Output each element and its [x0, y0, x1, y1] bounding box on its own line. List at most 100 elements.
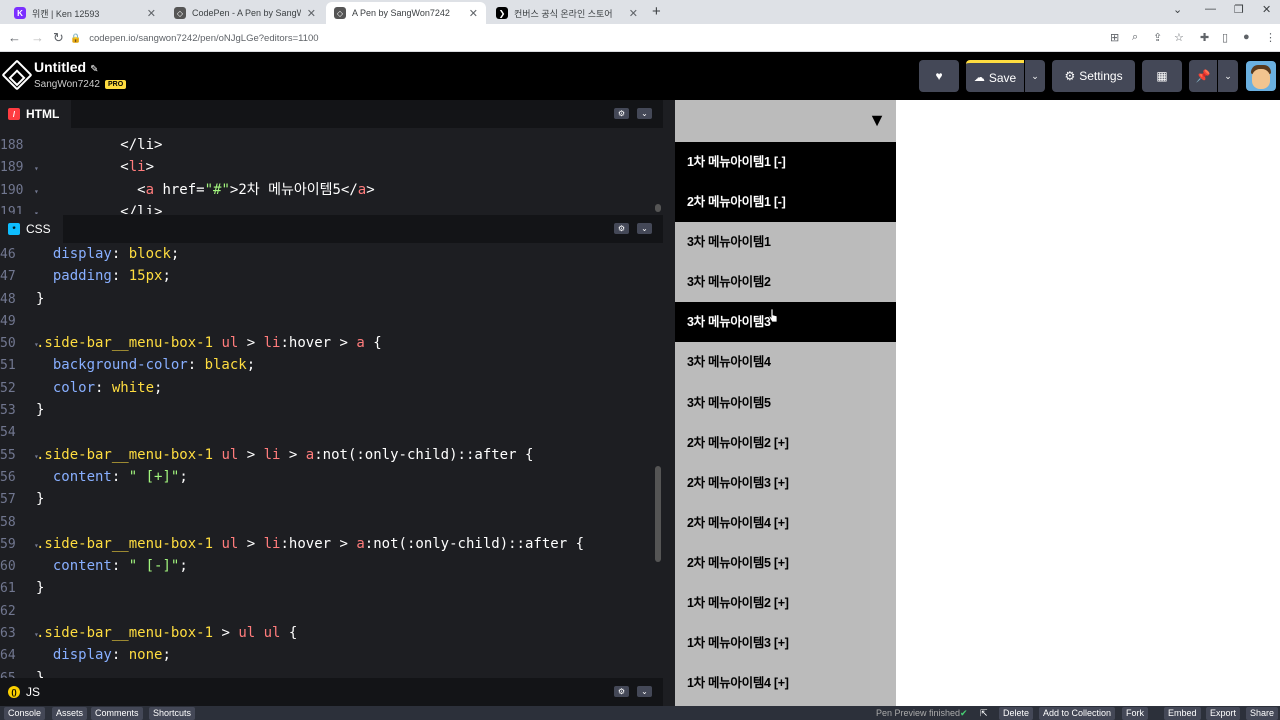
save-button[interactable]: ☁ Save [966, 60, 1024, 92]
codepen-logo-icon[interactable] [1, 59, 33, 91]
html-collapse-icon[interactable]: ⌄ [637, 108, 652, 119]
code-line[interactable]: 63 ▾.side-bar__menu-box-1 > ul ul { [0, 622, 663, 644]
new-tab-icon[interactable]: + [652, 3, 661, 20]
extensions-icon[interactable]: ✚ [1200, 31, 1209, 44]
code-line[interactable]: 49 [0, 310, 663, 332]
settings-button[interactable]: ⚙ Settings [1052, 60, 1135, 92]
pencil-icon[interactable]: ✎ [90, 64, 98, 75]
bookmark-star-icon[interactable]: ☆ [1174, 31, 1184, 44]
menu-item[interactable]: 3차 메뉴아이템3 [675, 302, 896, 343]
close-tab-icon[interactable]: ✕ [307, 7, 316, 20]
close-tab-icon[interactable]: ✕ [469, 7, 478, 20]
code-line[interactable]: 55 ▾.side-bar__menu-box-1 ul > li > a:not… [0, 444, 663, 466]
menu-item[interactable]: 2차 메뉴아이템2 [+] [675, 423, 896, 463]
fork-button[interactable]: Fork [1122, 707, 1148, 720]
avatar[interactable] [1246, 61, 1276, 91]
code-line[interactable]: 65} [0, 667, 663, 678]
close-tab-icon[interactable]: ✕ [629, 7, 638, 20]
pin-options-button[interactable]: ⌄ [1218, 60, 1238, 92]
browser-tab-1[interactable]: K 위캔 | Ken 12593 ✕ [6, 2, 164, 24]
browser-tab-3-active[interactable]: ◇ A Pen by SangWon7242 ✕ [326, 2, 486, 24]
html-pane-tab[interactable]: / HTML [0, 100, 72, 128]
code-line[interactable]: 47 padding: 15px; [0, 265, 663, 287]
code-line[interactable]: 191 ▾ </li> [0, 201, 663, 214]
minimize-icon[interactable]: — [1205, 3, 1216, 15]
html-scrollbar[interactable] [655, 204, 661, 212]
code-line[interactable]: 54 [0, 421, 663, 443]
pen-title[interactable]: Untitled ✎ [34, 59, 99, 75]
code-line[interactable]: 46 display: block; [0, 243, 663, 265]
code-line[interactable]: 53} [0, 399, 663, 421]
code-line[interactable]: 57} [0, 488, 663, 510]
code-line[interactable]: 189 ▾ <li> [0, 156, 663, 178]
code-line[interactable]: 56 content: " [+]"; [0, 466, 663, 488]
back-icon[interactable]: ← [8, 30, 21, 45]
comments-button[interactable]: Comments [91, 707, 143, 720]
menu-item[interactable]: 2차 메뉴아이템3 [+] [675, 463, 896, 503]
css-scrollbar[interactable] [655, 466, 661, 562]
css-pane-tab[interactable]: * CSS [0, 215, 63, 243]
code-line[interactable]: 50 ▾.side-bar__menu-box-1 ul > li:hover >… [0, 332, 663, 354]
change-view-button[interactable]: ▦ [1142, 60, 1182, 92]
pin-button[interactable]: 📌 [1189, 60, 1217, 92]
code-line[interactable]: 64 display: none; [0, 644, 663, 666]
menu-item[interactable]: 3차 메뉴아이템1 [675, 222, 896, 262]
delete-button[interactable]: Delete [999, 707, 1034, 720]
menu-item[interactable]: 3차 메뉴아이템2 [675, 262, 896, 302]
menu-item[interactable]: 3차 메뉴아이템5 [675, 383, 896, 423]
code-line[interactable]: 188 </li> [0, 134, 663, 156]
open-external-icon[interactable]: ⇱ [980, 707, 988, 720]
code-line[interactable]: 62 [0, 600, 663, 622]
html-settings-icon[interactable]: ⚙ [614, 108, 629, 119]
code-line[interactable]: 61} [0, 577, 663, 599]
code-line[interactable]: 48} [0, 288, 663, 310]
menu-item[interactable]: 1차 메뉴아이템1 [-] [675, 142, 896, 183]
reload-icon[interactable]: ↻ [53, 30, 64, 46]
triangle-down-icon[interactable]: ▼ [868, 110, 886, 131]
menu-item[interactable]: 2차 메뉴아이템5 [+] [675, 543, 896, 583]
close-tab-icon[interactable]: ✕ [147, 7, 156, 20]
zoom-icon[interactable]: ⌕ [1132, 31, 1138, 44]
menu-item[interactable]: 1차 메뉴아이템4 [+] [675, 663, 896, 703]
menu-item[interactable]: 1차 메뉴아이템3 [+] [675, 623, 896, 663]
code-line[interactable]: 59 ▾.side-bar__menu-box-1 ul > li:hover >… [0, 533, 663, 555]
menu-item[interactable]: 3차 메뉴아이템4 [675, 342, 896, 382]
share-button[interactable]: Share [1246, 707, 1279, 720]
tab-search-icon[interactable]: ⌄ [1173, 3, 1182, 16]
profile-icon[interactable]: ● [1243, 31, 1250, 43]
shortcuts-button[interactable]: Shortcuts [149, 707, 196, 720]
url-field[interactable]: 🔒 codepen.io/sangwon7242/pen/oNJgLGe?edi… [70, 29, 1100, 47]
browser-menu-icon[interactable]: ⋮ [1265, 31, 1276, 44]
embed-button[interactable]: Embed [1164, 707, 1201, 720]
window-close-icon[interactable]: ✕ [1262, 3, 1271, 16]
js-pane-tab[interactable]: () JS [0, 678, 53, 706]
menu-item[interactable]: 2차 메뉴아이템1 [-] [675, 182, 896, 223]
code-line[interactable]: 52 color: white; [0, 377, 663, 399]
js-collapse-icon[interactable]: ⌄ [637, 686, 652, 697]
code-line[interactable]: 190 ▾ <a href="#">2차 메뉴아이템5</a> [0, 179, 663, 201]
forward-icon[interactable]: → [31, 30, 44, 45]
code-line[interactable]: 60 content: " [-]"; [0, 555, 663, 577]
css-collapse-icon[interactable]: ⌄ [637, 223, 652, 234]
side-panel-icon[interactable]: ▯ [1222, 31, 1228, 44]
js-settings-icon[interactable]: ⚙ [614, 686, 629, 697]
restore-icon[interactable]: ❐ [1234, 3, 1244, 16]
css-code-editor[interactable]: 46 display: block; 47 padding: 15px; 48} 49… [0, 243, 663, 678]
menu-item[interactable]: 1차 메뉴아이템2 [+] [675, 583, 896, 623]
menu-item[interactable]: 2차 메뉴아이템4 [+] [675, 503, 896, 543]
code-line[interactable]: 51 background-color: black; [0, 354, 663, 376]
save-options-button[interactable]: ⌄ [1025, 60, 1045, 92]
code-text: padding: 15px; [52, 268, 171, 285]
html-code-editor[interactable]: 188 </li> 189 ▾ <li> 190 ▾ <a href="#">2차 메뉴… [0, 134, 663, 214]
translate-icon[interactable]: ⊞ [1110, 31, 1119, 44]
css-settings-icon[interactable]: ⚙ [614, 223, 629, 234]
heart-button[interactable]: ♥ [919, 60, 959, 92]
add-to-collection-button[interactable]: Add to Collection [1039, 707, 1116, 720]
export-button[interactable]: Export [1206, 707, 1241, 720]
console-button[interactable]: Console [4, 707, 46, 720]
share-icon[interactable]: ⇪ [1153, 31, 1162, 44]
assets-button[interactable]: Assets [52, 707, 88, 720]
browser-tab-2[interactable]: ◇ CodePen - A Pen by SangWon7242 ✕ [166, 2, 324, 24]
browser-tab-4[interactable]: ❯ 컨버스 공식 온라인 스토어 ✕ [488, 2, 646, 24]
code-line[interactable]: 58 [0, 511, 663, 533]
